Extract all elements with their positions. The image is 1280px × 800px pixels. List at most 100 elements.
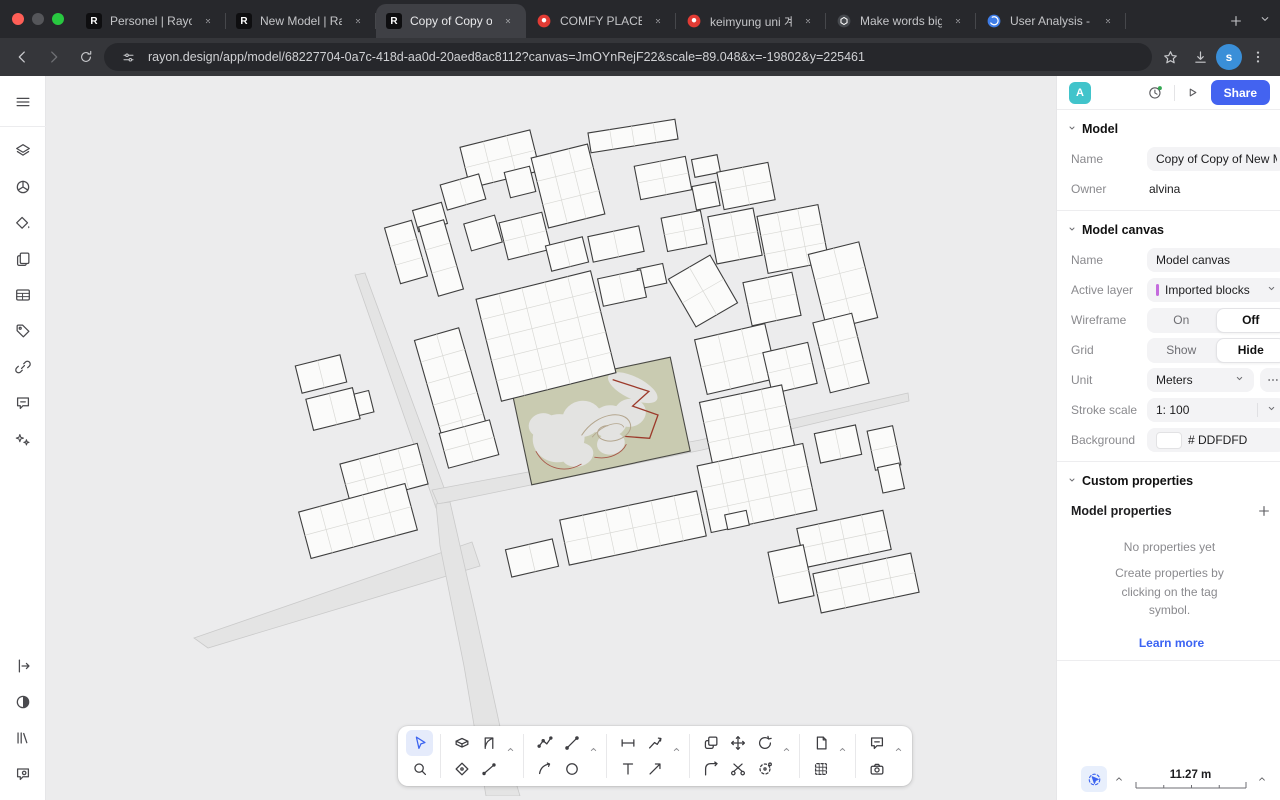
- stroke-scale-select[interactable]: 1: 100: [1147, 398, 1280, 422]
- close-window-button[interactable]: [12, 13, 24, 25]
- active-layer-select[interactable]: Imported blocks: [1147, 278, 1280, 302]
- block-tool[interactable]: [448, 756, 475, 782]
- bookmark-star-icon[interactable]: [1156, 43, 1184, 71]
- building[interactable]: [661, 210, 707, 251]
- browser-tab-7[interactable]: User Analysis - 43: [976, 4, 1126, 38]
- zoom-window-button[interactable]: [52, 13, 64, 25]
- rotate-tool[interactable]: [751, 730, 778, 756]
- sidebar-link-icon[interactable]: [7, 351, 39, 383]
- color-swatch[interactable]: [1156, 432, 1182, 449]
- chevron-up-icon[interactable]: [1111, 767, 1127, 791]
- sidebar-sparkles-icon[interactable]: [7, 423, 39, 455]
- grid-show-option[interactable]: Show: [1147, 338, 1216, 363]
- sidebar-comment-icon[interactable]: [7, 387, 39, 419]
- wireframe-on-option[interactable]: On: [1147, 308, 1216, 333]
- section-tool[interactable]: [475, 756, 502, 782]
- browser-menu-icon[interactable]: [1244, 43, 1272, 71]
- sidebar-table-icon[interactable]: [7, 279, 39, 311]
- tab-close-icon[interactable]: [950, 13, 966, 29]
- browser-profile-avatar[interactable]: s: [1216, 44, 1242, 70]
- sidebar-blocks-icon[interactable]: [7, 171, 39, 203]
- arc-tool[interactable]: [531, 756, 558, 782]
- dimension-tool[interactable]: [614, 730, 641, 756]
- unit-more-button[interactable]: [1260, 368, 1280, 392]
- share-button[interactable]: Share: [1211, 80, 1270, 105]
- browser-tab-6[interactable]: Make words bigge: [826, 4, 976, 38]
- url-text[interactable]: rayon.design/app/model/68227704-0a7c-418…: [148, 50, 1140, 64]
- unit-select[interactable]: Meters: [1147, 368, 1254, 392]
- tab-close-icon[interactable]: [500, 13, 516, 29]
- background-color-input[interactable]: # DDFDFD: [1147, 428, 1280, 452]
- site-settings-icon[interactable]: [116, 45, 140, 69]
- site-plan-drawing[interactable]: [46, 76, 1056, 796]
- model-canvas-viewport[interactable]: [46, 76, 1056, 800]
- copy-tool[interactable]: [697, 730, 724, 756]
- tool-group-expand-chevron[interactable]: [505, 742, 516, 760]
- line-tool[interactable]: [558, 730, 585, 756]
- snapshot-tool[interactable]: [863, 756, 890, 782]
- chevron-up-icon[interactable]: [1254, 767, 1270, 791]
- building[interactable]: [743, 272, 801, 325]
- tab-close-icon[interactable]: [200, 13, 216, 29]
- browser-tab-2[interactable]: RNew Model | Rayon: [226, 4, 376, 38]
- downloads-icon[interactable]: [1186, 43, 1214, 71]
- trim-tool[interactable]: [724, 756, 751, 782]
- sidebar-menu-icon[interactable]: [7, 86, 39, 118]
- circle-tool[interactable]: [558, 756, 585, 782]
- tab-close-icon[interactable]: [1100, 13, 1116, 29]
- add-property-button[interactable]: [1252, 499, 1276, 523]
- select-tool[interactable]: [406, 730, 433, 756]
- polyline-tool[interactable]: [531, 730, 558, 756]
- reload-button[interactable]: [72, 43, 100, 71]
- sidebar-contrast-icon[interactable]: [7, 686, 39, 718]
- tab-close-icon[interactable]: [350, 13, 366, 29]
- learn-more-link[interactable]: Learn more: [1063, 636, 1280, 650]
- wireframe-off-option[interactable]: Off: [1216, 308, 1280, 333]
- browser-tab-3[interactable]: RCopy of Copy of N: [376, 4, 526, 38]
- tab-search-chevron[interactable]: [1250, 0, 1280, 38]
- history-icon[interactable]: [1144, 81, 1168, 105]
- model-name-input[interactable]: Copy of Copy of New M…: [1147, 147, 1280, 171]
- tool-group-expand-chevron[interactable]: [671, 742, 682, 760]
- tool-group-expand-chevron[interactable]: [588, 742, 599, 760]
- array-tool[interactable]: [751, 756, 778, 782]
- canvas-name-input[interactable]: Model canvas: [1147, 248, 1280, 272]
- move-tool[interactable]: [724, 730, 751, 756]
- sidebar-feedback-icon[interactable]: [7, 758, 39, 790]
- tab-close-icon[interactable]: [650, 13, 666, 29]
- snapping-button[interactable]: [1081, 766, 1107, 792]
- address-field[interactable]: rayon.design/app/model/68227704-0a7c-418…: [104, 43, 1152, 71]
- grid-hide-option[interactable]: Hide: [1216, 338, 1280, 363]
- page-tool[interactable]: [807, 730, 834, 756]
- minimize-window-button[interactable]: [32, 13, 44, 25]
- building[interactable]: [878, 463, 905, 493]
- browser-tab-5[interactable]: keimyung uni 계명: [676, 4, 826, 38]
- model-canvas-section-header[interactable]: Model canvas: [1067, 215, 1280, 245]
- text-tool[interactable]: [614, 756, 641, 782]
- layout-tool[interactable]: [807, 756, 834, 782]
- leader-tool[interactable]: [641, 730, 668, 756]
- browser-tab-1[interactable]: RPersonel | Rayon: [76, 4, 226, 38]
- fillet-tool[interactable]: [697, 756, 724, 782]
- building[interactable]: [692, 182, 720, 210]
- arrow-tool[interactable]: [641, 756, 668, 782]
- model-section-header[interactable]: Model: [1067, 114, 1280, 144]
- tool-group-expand-chevron[interactable]: [837, 742, 848, 760]
- back-button[interactable]: [8, 43, 36, 71]
- browser-tab-4[interactable]: COMFY PLACE | W: [526, 4, 676, 38]
- sidebar-layers-icon[interactable]: [7, 135, 39, 167]
- sidebar-pages-icon[interactable]: [7, 243, 39, 275]
- tool-group-expand-chevron[interactable]: [893, 742, 904, 760]
- forward-button[interactable]: [40, 43, 68, 71]
- comment2-tool[interactable]: [863, 730, 890, 756]
- building[interactable]: [504, 166, 536, 198]
- sidebar-library-icon[interactable]: [7, 722, 39, 754]
- door-tool[interactable]: [475, 730, 502, 756]
- sidebar-tag-icon[interactable]: [7, 315, 39, 347]
- new-tab-button[interactable]: [1222, 7, 1250, 35]
- custom-properties-section-header[interactable]: Custom properties: [1067, 466, 1280, 496]
- building[interactable]: [708, 208, 762, 264]
- sidebar-materials-icon[interactable]: [7, 207, 39, 239]
- zoom-tool[interactable]: [406, 756, 433, 782]
- user-avatar[interactable]: A: [1069, 82, 1091, 104]
